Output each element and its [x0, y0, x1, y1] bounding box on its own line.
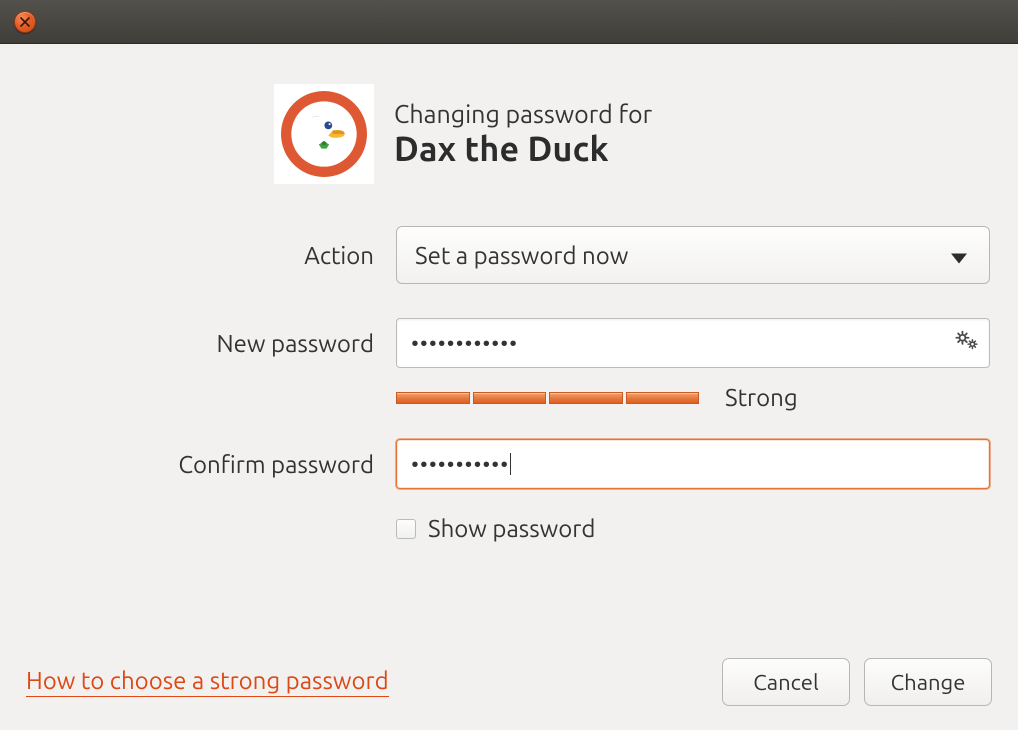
- action-select-value: Set a password now: [415, 242, 628, 269]
- dialog-header: Changing password for Dax the Duck: [274, 84, 992, 184]
- help-link[interactable]: How to choose a strong password: [26, 667, 389, 697]
- password-strength-label: Strong: [725, 384, 798, 411]
- close-icon: [20, 17, 30, 27]
- confirm-password-input[interactable]: •••••••••••: [396, 439, 990, 489]
- window-close-button[interactable]: [14, 11, 36, 33]
- cancel-button[interactable]: Cancel: [722, 658, 850, 706]
- change-button[interactable]: Change: [864, 658, 992, 706]
- confirm-password-label: Confirm password: [26, 451, 396, 478]
- confirm-password-value: •••••••••••: [411, 452, 509, 477]
- show-password-checkbox[interactable]: [396, 519, 416, 539]
- dialog-footer: How to choose a strong password Cancel C…: [26, 658, 992, 706]
- duck-avatar-icon: [281, 91, 367, 177]
- password-form: Action Set a password now New password •…: [26, 226, 992, 542]
- chevron-down-icon: [951, 242, 967, 269]
- new-password-input[interactable]: ••••••••••••: [396, 318, 990, 368]
- dialog-username: Dax the Duck: [394, 130, 652, 168]
- gear-icon: [955, 331, 979, 351]
- show-password-label: Show password: [428, 515, 595, 542]
- dialog-subtitle: Changing password for: [394, 100, 652, 128]
- window-titlebar: [0, 0, 1018, 44]
- password-strength-meter: [396, 392, 699, 404]
- action-label: Action: [26, 242, 396, 269]
- user-avatar: [274, 84, 374, 184]
- generate-password-button[interactable]: [955, 331, 979, 356]
- action-select[interactable]: Set a password now: [396, 226, 990, 284]
- new-password-label: New password: [26, 330, 396, 357]
- new-password-value: ••••••••••••: [411, 331, 518, 356]
